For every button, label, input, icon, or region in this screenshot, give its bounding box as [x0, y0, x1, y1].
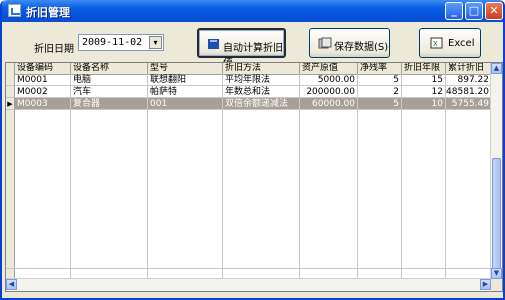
- column-header[interactable]: 型号: [148, 63, 223, 74]
- column-header[interactable]: 折旧年限: [402, 63, 446, 74]
- table-row-selected[interactable]: ▶ M0003 复合器 001 双倍余额递减法 60000.00 5 10 57…: [6, 98, 492, 110]
- save-icon: [318, 37, 332, 49]
- vertical-scroll-thumb[interactable]: [492, 158, 501, 278]
- column-header[interactable]: 设备编码: [15, 63, 71, 74]
- table-row[interactable]: M0001 电脑 联想翻阳 平均年限法 5000.00 5 15 897.22: [6, 74, 492, 86]
- date-value: 2009-11-02: [82, 37, 143, 48]
- table-row[interactable]: M0002 汽车 帕萨特 年数总和法 200000.00 2 12 48581.…: [6, 86, 492, 98]
- cell-method[interactable]: 平均年限法: [223, 74, 300, 86]
- vertical-scrollbar[interactable]: ▲ ▼: [490, 63, 502, 279]
- date-picker[interactable]: 2009-11-02 ▾: [78, 34, 164, 51]
- cell-residual-rate[interactable]: 5: [358, 74, 402, 86]
- cell-name[interactable]: 汽车: [71, 86, 148, 98]
- cell-years[interactable]: 10: [402, 98, 446, 110]
- depreciation-table[interactable]: 设备编码 设备名称 型号 折旧方法 资产原值 净残率 折旧年限 累计折旧 M00…: [5, 62, 503, 292]
- row-indicator[interactable]: [6, 74, 15, 86]
- grid-line: [6, 268, 492, 269]
- title-bar[interactable]: 折旧管理 _ □ ✕: [2, 0, 503, 22]
- svg-text:X: X: [433, 40, 438, 48]
- cell-original-value[interactable]: 60000.00: [300, 98, 358, 110]
- scroll-down-icon[interactable]: ▼: [491, 268, 502, 279]
- cell-code[interactable]: M0001: [15, 74, 71, 86]
- grid-line: [299, 110, 300, 279]
- cell-code[interactable]: M0003: [15, 98, 71, 110]
- cell-model[interactable]: 帕萨特: [148, 86, 223, 98]
- calendar-dropdown-icon[interactable]: ▾: [149, 36, 162, 49]
- cell-accumulated[interactable]: 897.22: [446, 74, 492, 86]
- grid-line: [401, 110, 402, 279]
- column-header[interactable]: 净残率: [358, 63, 402, 74]
- row-indicator-column: [6, 110, 15, 278]
- grid-line: [357, 110, 358, 279]
- save-data-button[interactable]: 保存数据(S): [309, 28, 390, 58]
- cell-accumulated[interactable]: 5755.49: [446, 98, 492, 110]
- column-header[interactable]: 累计折旧: [446, 63, 492, 74]
- cell-code[interactable]: M0002: [15, 86, 71, 98]
- column-header[interactable]: 设备名称: [71, 63, 148, 74]
- app-icon: [8, 4, 21, 17]
- column-header[interactable]: 资产原值: [300, 63, 358, 74]
- cell-years[interactable]: 15: [402, 74, 446, 86]
- date-label: 折旧日期: [34, 44, 74, 55]
- cell-original-value[interactable]: 200000.00: [300, 86, 358, 98]
- scroll-left-icon[interactable]: ◀: [6, 279, 17, 290]
- window: 折旧管理 _ □ ✕ 折旧日期 2009-11-02 ▾ 自动计算折旧值 保存数…: [0, 0, 505, 300]
- cell-model[interactable]: 联想翻阳: [148, 74, 223, 86]
- current-row-arrow-icon[interactable]: ▶: [6, 98, 15, 110]
- grid-line: [70, 110, 71, 279]
- cell-method[interactable]: 年数总和法: [223, 86, 300, 98]
- horizontal-scrollbar[interactable]: ◀ ▶: [6, 278, 491, 291]
- cell-name[interactable]: 电脑: [71, 74, 148, 86]
- column-header[interactable]: 折旧方法: [223, 63, 300, 74]
- excel-export-button[interactable]: X Excel: [419, 28, 481, 58]
- cell-original-value[interactable]: 5000.00: [300, 74, 358, 86]
- cell-model[interactable]: 001: [148, 98, 223, 110]
- scroll-up-icon[interactable]: ▲: [491, 63, 502, 74]
- cell-name[interactable]: 复合器: [71, 98, 148, 110]
- maximize-button[interactable]: □: [465, 2, 483, 20]
- grid-line: [222, 110, 223, 279]
- minimize-button[interactable]: _: [445, 2, 463, 20]
- cell-years[interactable]: 12: [402, 86, 446, 98]
- window-title: 折旧管理: [26, 6, 70, 19]
- scrollbar-corner: [491, 279, 502, 291]
- excel-label: Excel: [448, 38, 475, 49]
- cell-method[interactable]: 双倍余额递减法: [223, 98, 300, 110]
- cell-accumulated[interactable]: 48581.20: [446, 86, 492, 98]
- cell-residual-rate[interactable]: 5: [358, 98, 402, 110]
- save-data-label: 保存数据(S): [334, 42, 389, 53]
- auto-calc-depreciation-button[interactable]: 自动计算折旧值: [197, 28, 286, 69]
- close-button[interactable]: ✕: [485, 2, 503, 20]
- row-indicator[interactable]: [6, 86, 15, 98]
- excel-icon: X: [430, 37, 443, 49]
- grid-line: [445, 110, 446, 279]
- cell-residual-rate[interactable]: 2: [358, 86, 402, 98]
- grid-line: [147, 110, 148, 279]
- book-icon: [208, 39, 219, 49]
- header-indicator-cell: [6, 63, 15, 74]
- scroll-right-icon[interactable]: ▶: [480, 279, 491, 290]
